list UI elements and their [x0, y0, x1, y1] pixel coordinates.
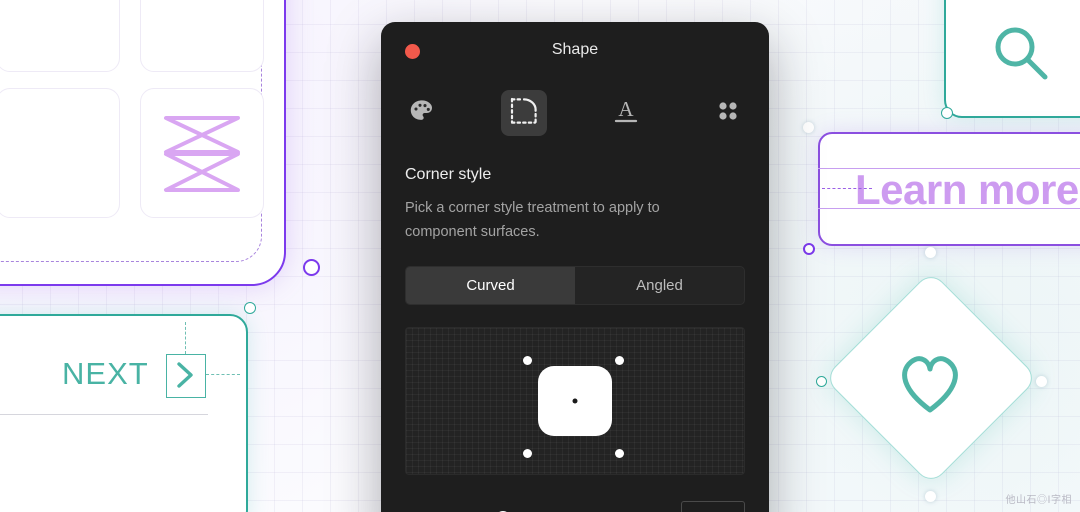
- panel-titlebar: Shape: [381, 22, 769, 80]
- segment-angled[interactable]: Angled: [575, 267, 744, 304]
- selection-handle[interactable]: [1036, 376, 1047, 387]
- corner-style-segmented-control: Curved Angled: [405, 266, 745, 305]
- svg-text:A: A: [618, 97, 634, 121]
- guide-line-dashed: [822, 188, 872, 189]
- selection-handle[interactable]: [925, 247, 936, 258]
- radius-control-row: 16: [405, 501, 745, 512]
- selection-handle[interactable]: [816, 376, 827, 387]
- grid-dots-icon: [715, 98, 741, 129]
- canvas-tile[interactable]: [0, 0, 120, 72]
- tab-layout[interactable]: [705, 90, 751, 136]
- canvas-tile[interactable]: [140, 0, 264, 72]
- chevron-right-icon: [174, 360, 196, 395]
- search-icon: [990, 22, 1052, 89]
- corner-style-section: Corner style Pick a corner style treatme…: [381, 166, 769, 244]
- palette-icon: [409, 98, 435, 129]
- bowtie-icon: [160, 112, 244, 201]
- canvas-divider: [0, 414, 208, 415]
- shape-preview-canvas[interactable]: [405, 327, 745, 475]
- segment-curved[interactable]: Curved: [406, 267, 575, 304]
- panel-toolbar: A: [381, 84, 769, 142]
- selection-handle[interactable]: [303, 259, 320, 276]
- screenshot-stage: NEXT Learn more 他山石◎Ⅰ字相 Shape A Corner s…: [0, 0, 1080, 512]
- selection-handle[interactable]: [244, 302, 256, 314]
- tab-shape[interactable]: [501, 90, 547, 136]
- panel-title: Shape: [551, 41, 599, 58]
- selection-handle[interactable]: [803, 243, 815, 255]
- shape-panel: Shape A Corner style Pick a corner style…: [381, 22, 769, 512]
- guide-line-horizontal: [206, 374, 240, 375]
- preview-center-dot: [572, 398, 578, 404]
- preview-rounded-square[interactable]: [538, 366, 612, 436]
- preview-handle-top-right[interactable]: [615, 356, 624, 365]
- learn-more-label: Learn more: [855, 166, 1079, 213]
- tab-color[interactable]: [399, 90, 445, 136]
- text-format-icon: A: [611, 97, 641, 130]
- radius-slider[interactable]: [405, 508, 669, 512]
- tab-text[interactable]: A: [603, 90, 649, 136]
- preview-handle-top-left[interactable]: [523, 356, 532, 365]
- section-title: Corner style: [405, 166, 492, 183]
- canvas-card-next[interactable]: [0, 314, 248, 512]
- selection-handle[interactable]: [941, 107, 953, 119]
- heart-icon: [895, 350, 965, 421]
- next-label: NEXT: [62, 356, 149, 391]
- radius-value-input[interactable]: 16: [681, 501, 745, 512]
- canvas-tile[interactable]: [0, 88, 120, 218]
- corner-radius-icon: [510, 97, 538, 130]
- section-description: Pick a corner style treatment to apply t…: [405, 200, 660, 240]
- selection-handle[interactable]: [803, 122, 814, 133]
- preview-handle-bottom-left[interactable]: [523, 449, 532, 458]
- preview-handle-bottom-right[interactable]: [615, 449, 624, 458]
- watermark: 他山石◎Ⅰ字相: [1005, 495, 1072, 506]
- guide-line-vertical: [185, 322, 186, 354]
- selection-handle[interactable]: [925, 491, 936, 502]
